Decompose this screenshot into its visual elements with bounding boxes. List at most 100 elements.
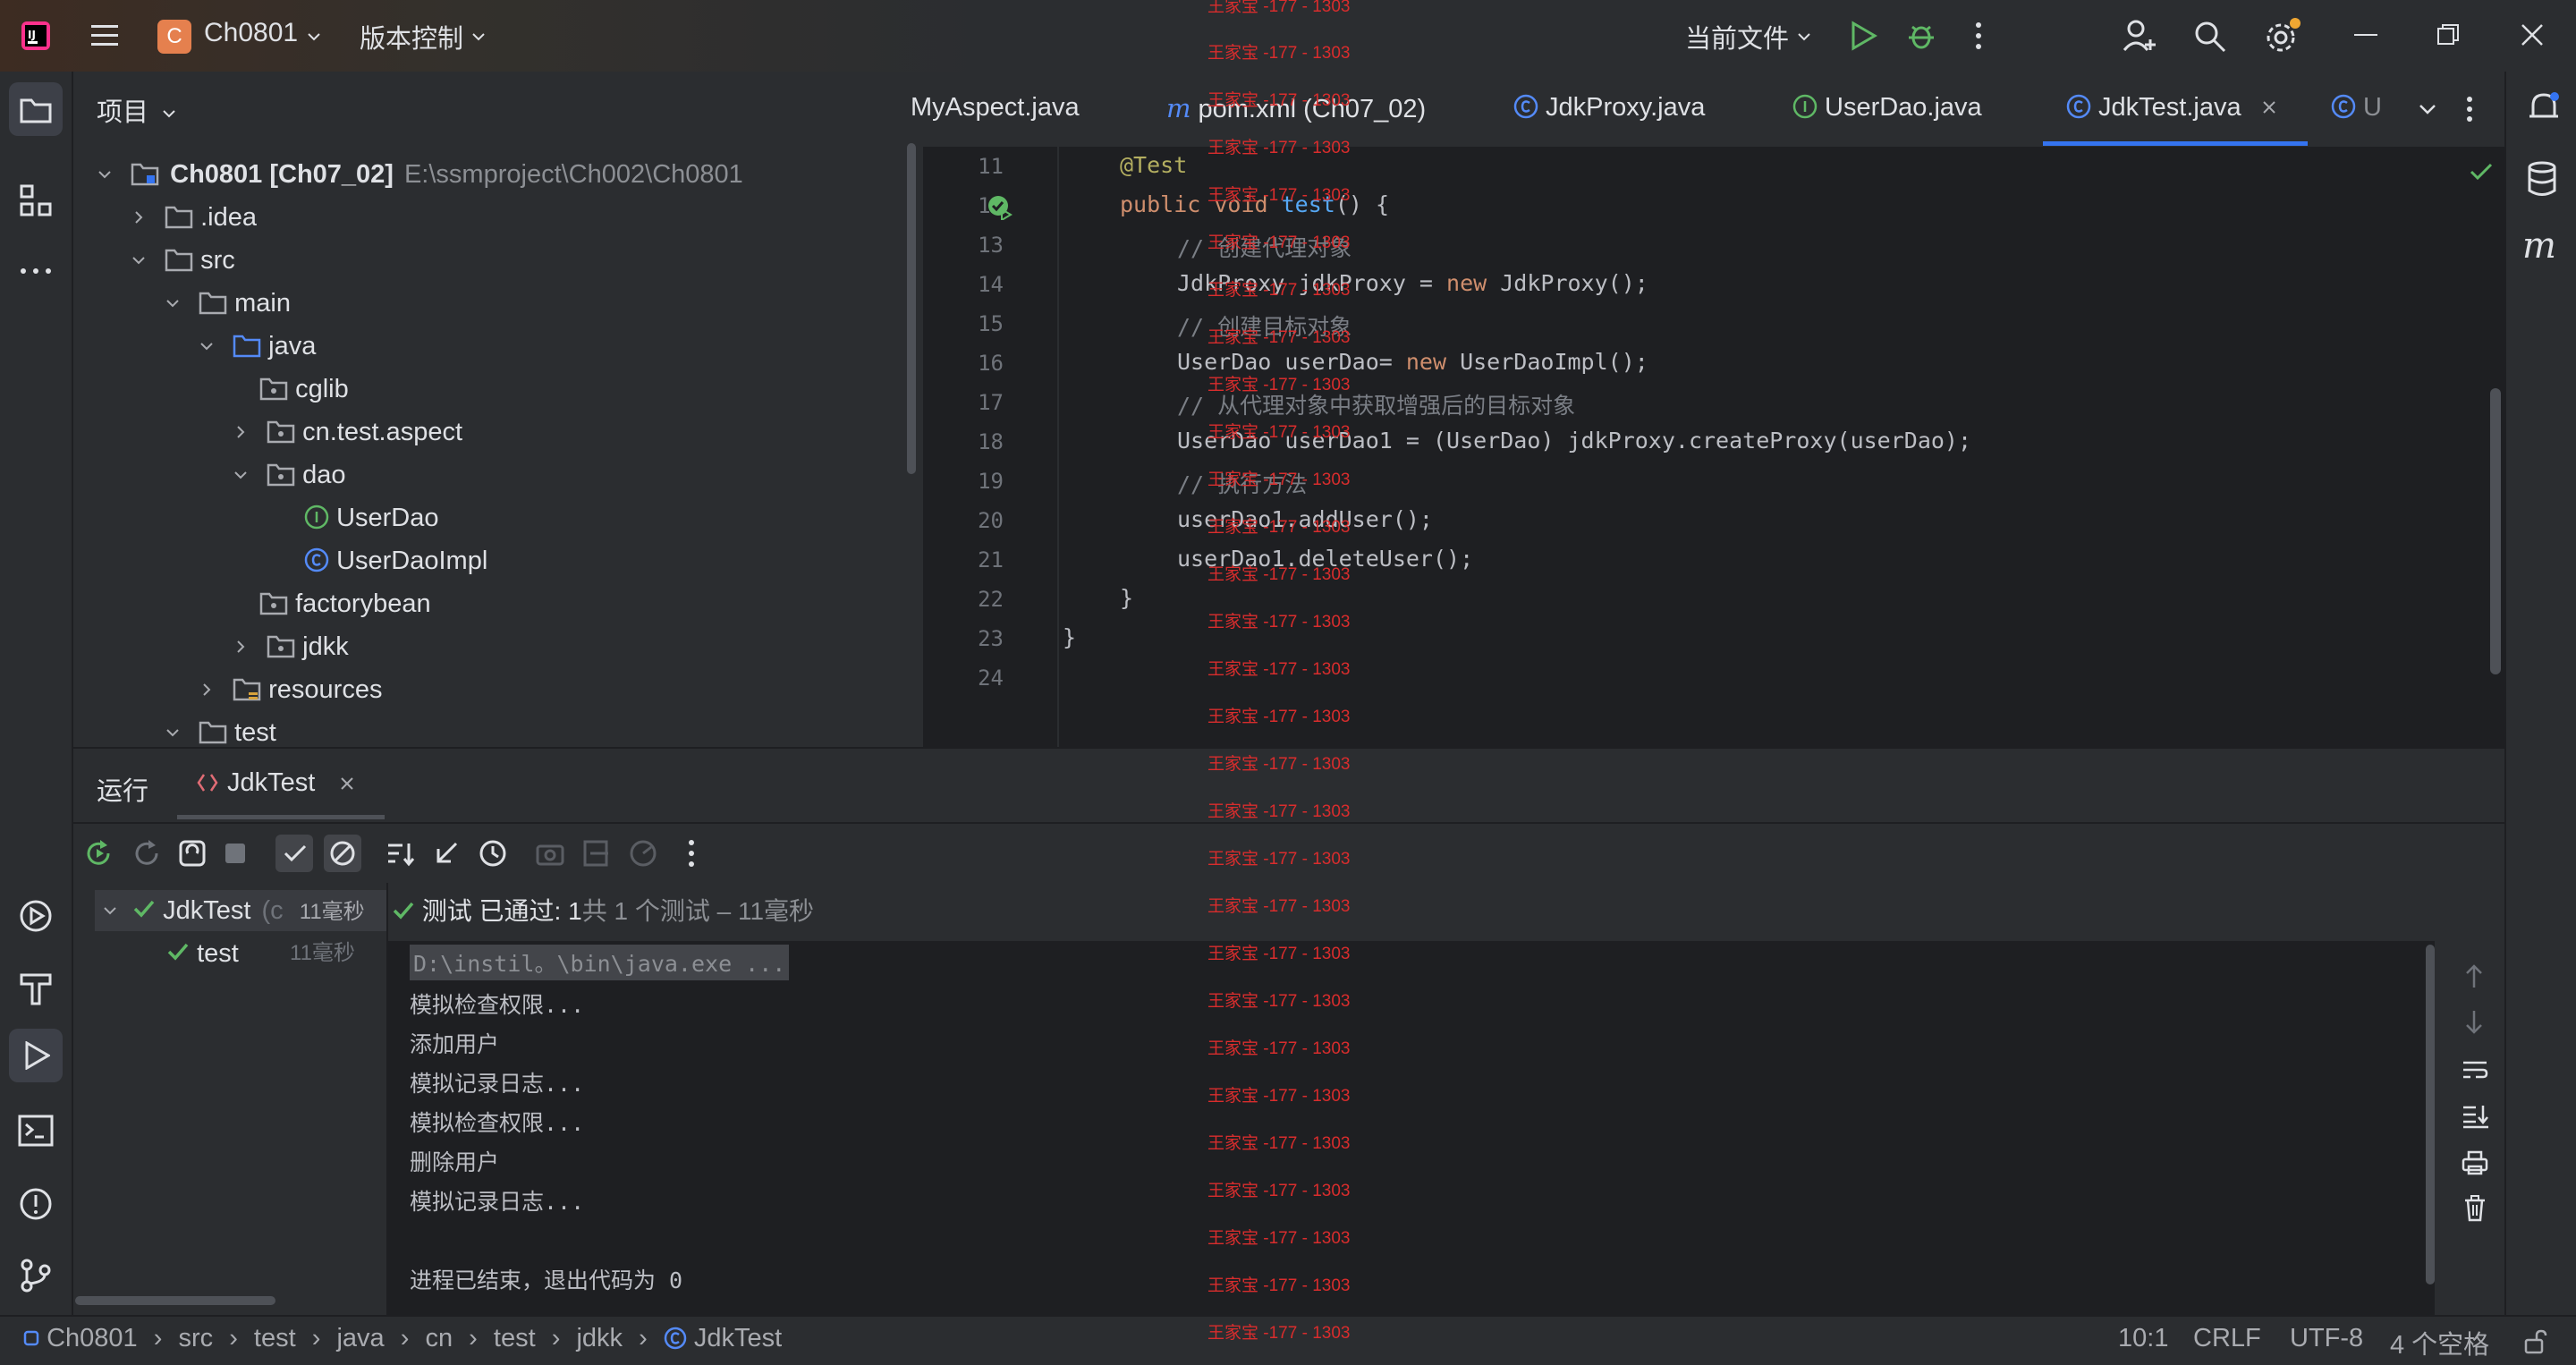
check-icon: [284, 844, 307, 862]
tab-jdktest-active[interactable]: JdkTest.java: [2066, 93, 2277, 123]
tree-item-java[interactable]: java: [199, 326, 316, 367]
maven-icon: m: [1166, 93, 1191, 123]
add-user-icon[interactable]: [2122, 18, 2157, 54]
clear-all-icon[interactable]: [2463, 1195, 2487, 1222]
tree-item-dao[interactable]: dao: [233, 454, 346, 496]
tab-userdao[interactable]: UserDao.java: [1792, 93, 1982, 123]
toggle-auto-test-icon[interactable]: [177, 838, 208, 869]
run-tab-jdktest[interactable]: JdkTest: [195, 768, 354, 798]
history-icon[interactable]: [478, 838, 508, 869]
tab-pom-xml[interactable]: m pom.xml (Ch07_02): [1166, 93, 1426, 124]
tree-item-resources[interactable]: resources: [199, 669, 382, 710]
tree-item-jdkk[interactable]: jdkk: [233, 626, 349, 667]
show-passed-toggle[interactable]: [275, 835, 313, 872]
tree-item-idea[interactable]: .idea: [131, 197, 257, 238]
problems-icon[interactable]: [18, 1186, 54, 1222]
tree-item-cn-test-aspect[interactable]: cn.test.aspect: [233, 411, 462, 453]
debug-icon[interactable]: [1905, 20, 1937, 52]
tree-item-factorybean[interactable]: factorybean: [259, 583, 431, 624]
line-separator[interactable]: CRLF: [2193, 1324, 2261, 1353]
tab-overflow-u[interactable]: U: [2331, 93, 2382, 123]
terminal-icon[interactable]: [18, 1115, 54, 1147]
sort-icon[interactable]: [385, 838, 415, 869]
stop-icon[interactable]: [224, 842, 247, 865]
restore-icon[interactable]: [2436, 23, 2460, 47]
close-tab-icon[interactable]: [2261, 99, 2277, 115]
breadcrumb-item[interactable]: Ch0801: [47, 1324, 138, 1352]
breadcrumb-separator-icon: ›: [311, 1324, 321, 1352]
minimize-icon[interactable]: [2354, 34, 2377, 38]
tree-item-root[interactable]: Ch0801 [Ch07_02] E:\ssmproject\Ch002\Ch08…: [97, 154, 743, 195]
vcs-widget[interactable]: 版本控制: [360, 18, 503, 54]
more-tools-icon[interactable]: [20, 267, 52, 276]
tab-jdkproxy[interactable]: JdkProxy.java: [1513, 93, 1705, 123]
export-icon[interactable]: [581, 838, 612, 869]
breadcrumb-item[interactable]: jdkk: [576, 1324, 623, 1352]
breadcrumb-item[interactable]: cn: [425, 1324, 453, 1352]
tabs-more-icon[interactable]: [2465, 95, 2474, 123]
tree-item-userdaoimpl[interactable]: UserDaoImpl: [304, 540, 487, 581]
run-tool-button[interactable]: [9, 1029, 63, 1082]
screenshot-icon[interactable]: [535, 838, 565, 869]
cursor-position[interactable]: 10:1: [2118, 1324, 2168, 1353]
project-tool-button[interactable]: [9, 82, 63, 136]
chevron-down-icon: [98, 171, 111, 179]
import-tests-icon[interactable]: [431, 838, 462, 869]
console-output[interactable]: D:\instil。\bin\java.exe ... 模拟检查权限... 添加…: [386, 941, 2435, 1315]
tree-item-label: factorybean: [295, 589, 431, 618]
maven-icon[interactable]: m: [2522, 225, 2556, 267]
database-icon[interactable]: [2526, 161, 2558, 197]
project-scrollbar[interactable]: [907, 143, 916, 474]
services-icon[interactable]: [18, 898, 54, 934]
test-tree-child[interactable]: test 11毫秒: [166, 933, 390, 974]
root-project-name: Ch0801 [Ch07_02]: [170, 160, 394, 189]
tabs-dropdown-icon[interactable]: [2417, 102, 2438, 118]
scroll-to-end-icon[interactable]: [2462, 1104, 2488, 1129]
breadcrumb-item[interactable]: JdkTest: [694, 1324, 782, 1352]
read-only-toggle-icon[interactable]: [2522, 1329, 2547, 1354]
more-actions-icon[interactable]: [1973, 20, 1984, 52]
tab-myaspect[interactable]: MyAspect.java: [911, 93, 1080, 123]
breadcrumb-item[interactable]: test: [494, 1324, 536, 1352]
build-icon[interactable]: [18, 970, 54, 1005]
run-config-selector[interactable]: 当前文件: [1685, 18, 1819, 54]
project-panel-header[interactable]: 项目: [97, 91, 177, 129]
main-menu-icon[interactable]: [89, 21, 120, 50]
show-ignored-toggle[interactable]: [324, 835, 361, 872]
project-widget[interactable]: C Ch0801: [157, 18, 327, 54]
run-test-gutter-icon[interactable]: [986, 193, 1013, 220]
code-editor[interactable]: 11 12 13 14 15 16 17 18 19 20 21 22 23 2…: [923, 147, 2504, 747]
git-branch-icon[interactable]: [18, 1258, 54, 1293]
breadcrumb-item[interactable]: src: [178, 1324, 213, 1352]
run-icon[interactable]: [1848, 20, 1878, 52]
close-tab-icon[interactable]: [340, 776, 354, 791]
rerun-icon[interactable]: [84, 838, 114, 869]
editor-scrollbar[interactable]: [2490, 388, 2501, 674]
breadcrumb-item[interactable]: java: [336, 1324, 384, 1352]
test-tree-hscrollbar[interactable]: [75, 1296, 275, 1305]
tree-item-userdao[interactable]: UserDao: [304, 497, 439, 538]
notifications-icon[interactable]: [2526, 89, 2562, 125]
test-tree-root[interactable]: JdkTest (c 11毫秒: [95, 890, 386, 931]
search-icon[interactable]: [2193, 20, 2227, 54]
coverage-icon[interactable]: [628, 838, 658, 869]
print-icon[interactable]: [2462, 1150, 2488, 1175]
tree-item-main[interactable]: main: [165, 283, 291, 324]
scroll-up-icon[interactable]: [2463, 962, 2485, 989]
no-problems-check-icon[interactable]: [2469, 161, 2494, 182]
console-scrollbar[interactable]: [2426, 945, 2435, 1284]
close-window-icon[interactable]: [2521, 23, 2544, 47]
tree-item-cglib[interactable]: cglib: [259, 369, 349, 410]
console-line: 模拟检查权限...: [410, 1110, 585, 1136]
breadcrumb-item[interactable]: test: [254, 1324, 296, 1352]
scroll-down-icon[interactable]: [2463, 1009, 2485, 1036]
settings-gear-icon[interactable]: [2265, 18, 2302, 54]
console-command-line[interactable]: D:\instil。\bin\java.exe ...: [410, 945, 790, 980]
soft-wrap-icon[interactable]: [2462, 1059, 2488, 1081]
tree-item-src[interactable]: src: [131, 240, 235, 281]
indent-setting[interactable]: 4 个空格: [2390, 1324, 2489, 1361]
rerun-failed-icon[interactable]: [132, 838, 163, 869]
structure-icon[interactable]: [20, 184, 52, 216]
file-encoding[interactable]: UTF-8: [2290, 1324, 2363, 1353]
more-options-icon[interactable]: [687, 838, 696, 869]
